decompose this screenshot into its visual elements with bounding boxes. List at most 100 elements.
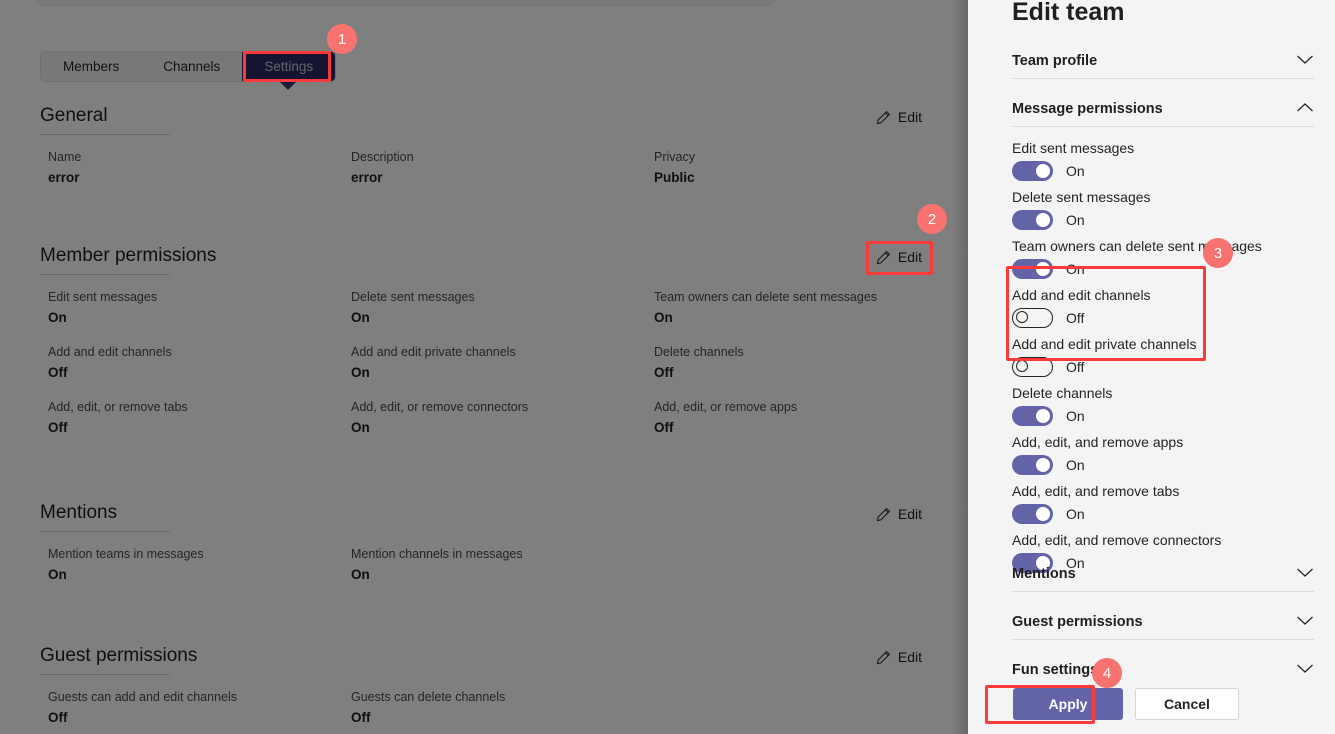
permission-label: Add, edit, and remove connectors — [1012, 532, 1222, 548]
field-value: Off — [654, 365, 674, 380]
field: Edit sent messages On — [48, 289, 351, 326]
section-guest-permissions: Guest permissions Edit Guests can add and … — [0, 645, 968, 726]
chevron-down-icon[interactable] — [1296, 565, 1314, 583]
accordion-header[interactable]: Mentions — [1012, 557, 1314, 591]
field: Add, edit, or remove apps Off — [654, 399, 928, 436]
team-settings-page: Members Channels Settings General Edit Name e… — [0, 0, 968, 734]
cancel-button[interactable]: Cancel — [1135, 688, 1239, 720]
accordion-label: Team profile — [1012, 53, 1098, 69]
toggle-knob — [1036, 164, 1050, 178]
toggle-state-label: Off — [1066, 359, 1085, 375]
pencil-icon — [876, 250, 891, 265]
edit-button-label: Edit — [897, 649, 922, 665]
permission-control: Off — [1012, 355, 1314, 379]
field-value: Off — [48, 710, 68, 725]
field-value: On — [48, 310, 67, 325]
field-value: Off — [48, 365, 68, 380]
field-label: Delete channels — [654, 345, 744, 359]
accordion-label: Mentions — [1012, 566, 1076, 582]
pencil-icon — [876, 110, 891, 125]
accordion-divider — [1012, 591, 1314, 592]
edit-team-panel: Edit team Team profile Message permission… — [968, 0, 1335, 734]
permission-control: On — [1012, 208, 1314, 232]
apply-button[interactable]: Apply — [1013, 688, 1123, 720]
accordion-label: Guest permissions — [1012, 614, 1143, 630]
section-general: General Edit Name error Description error Priv… — [0, 105, 968, 186]
permission-label: Add and edit channels — [1012, 287, 1151, 303]
field-label: Add, edit, or remove connectors — [351, 400, 529, 414]
field-value: On — [654, 310, 673, 325]
chevron-down-icon[interactable] — [1296, 661, 1314, 679]
permission-row: Add and edit private channels Off — [1012, 334, 1314, 379]
chevron-up-icon[interactable] — [1296, 100, 1314, 118]
toggle-knob — [1036, 409, 1050, 423]
toggle-switch[interactable] — [1012, 161, 1053, 181]
toggle-switch[interactable] — [1012, 455, 1053, 475]
permission-label: Delete sent messages — [1012, 189, 1151, 205]
field-label: Name — [48, 150, 82, 164]
edit-button[interactable]: Edit — [870, 503, 928, 525]
field: Description error — [351, 149, 654, 186]
field: Team owners can delete sent messages On — [654, 289, 928, 326]
chevron-down-icon[interactable] — [1296, 52, 1314, 70]
toggle-switch[interactable] — [1012, 308, 1053, 328]
field: Mention channels in messages On — [351, 546, 654, 583]
permission-control: On — [1012, 159, 1314, 183]
permission-row: Add, edit, and remove tabs On — [1012, 481, 1314, 526]
accordion-header[interactable]: Guest permissions — [1012, 605, 1314, 639]
toggle-knob — [1016, 360, 1028, 373]
field: Delete sent messages On — [351, 289, 654, 326]
edit-button-label: Edit — [897, 249, 922, 265]
accordion-header[interactable]: Team profile — [1012, 44, 1314, 78]
toggle-switch[interactable] — [1012, 210, 1053, 230]
field-value: error — [351, 170, 383, 185]
section-member-permissions: Member permissions Edit Edit sent messages… — [0, 245, 968, 436]
accordion-label: Message permissions — [1012, 101, 1163, 117]
field-value: On — [351, 310, 370, 325]
section-title: General — [40, 105, 108, 126]
section-title: Mentions — [40, 502, 118, 523]
field: Guests can delete channels Off — [351, 689, 654, 726]
accordion-guest-permissions: Guest permissions — [1012, 605, 1314, 640]
accordion-label: Fun settings — [1012, 662, 1099, 678]
tab-settings[interactable]: Settings — [242, 52, 336, 81]
tab-channels[interactable]: Channels — [141, 52, 242, 81]
toggle-state-label: On — [1066, 408, 1085, 424]
field-label: Team owners can delete sent messages — [654, 290, 878, 304]
edit-button[interactable]: Edit — [870, 246, 928, 268]
field-value: On — [351, 365, 370, 380]
toggle-switch[interactable] — [1012, 259, 1053, 279]
panel-title: Edit team — [1012, 0, 1125, 26]
field-label: Add and edit private channels — [351, 345, 516, 359]
field-value: Off — [48, 420, 68, 435]
annotation-badge: 2 — [917, 204, 947, 234]
field-label: Privacy — [654, 150, 695, 164]
field: Mention teams in messages On — [48, 546, 351, 583]
edit-button-label: Edit — [897, 109, 922, 125]
chevron-down-icon[interactable] — [1296, 613, 1314, 631]
field-label: Description — [351, 150, 414, 164]
permission-control: Off — [1012, 306, 1314, 330]
team-tabs[interactable]: Members Channels Settings — [40, 51, 337, 82]
field-label: Mention teams in messages — [48, 547, 204, 561]
toggle-switch[interactable] — [1012, 504, 1053, 524]
field: Add, edit, or remove tabs Off — [48, 399, 351, 436]
section-mentions: Mentions Edit Mention teams in messages On M… — [0, 502, 968, 583]
edit-button[interactable]: Edit — [870, 646, 928, 668]
field: Add and edit private channels On — [351, 344, 654, 381]
accordion-header[interactable]: Message permissions — [1012, 92, 1314, 126]
toggle-switch[interactable] — [1012, 357, 1053, 377]
pencil-icon — [876, 650, 891, 665]
tab-members[interactable]: Members — [41, 52, 141, 81]
toggle-switch[interactable] — [1012, 406, 1053, 426]
screen-root: Members Channels Settings General Edit Name e… — [0, 0, 1335, 734]
edit-button[interactable]: Edit — [870, 106, 928, 128]
permission-row: Delete sent messages On — [1012, 187, 1314, 232]
field-value: error — [48, 170, 80, 185]
section-header: Member permissions Edit — [40, 245, 928, 274]
permission-row: Delete channels On — [1012, 383, 1314, 428]
permission-row: Team owners can delete sent messages On — [1012, 236, 1314, 281]
field: Add and edit channels Off — [48, 344, 351, 381]
accordion-divider — [1012, 78, 1314, 79]
field: Add, edit, or remove connectors On — [351, 399, 654, 436]
